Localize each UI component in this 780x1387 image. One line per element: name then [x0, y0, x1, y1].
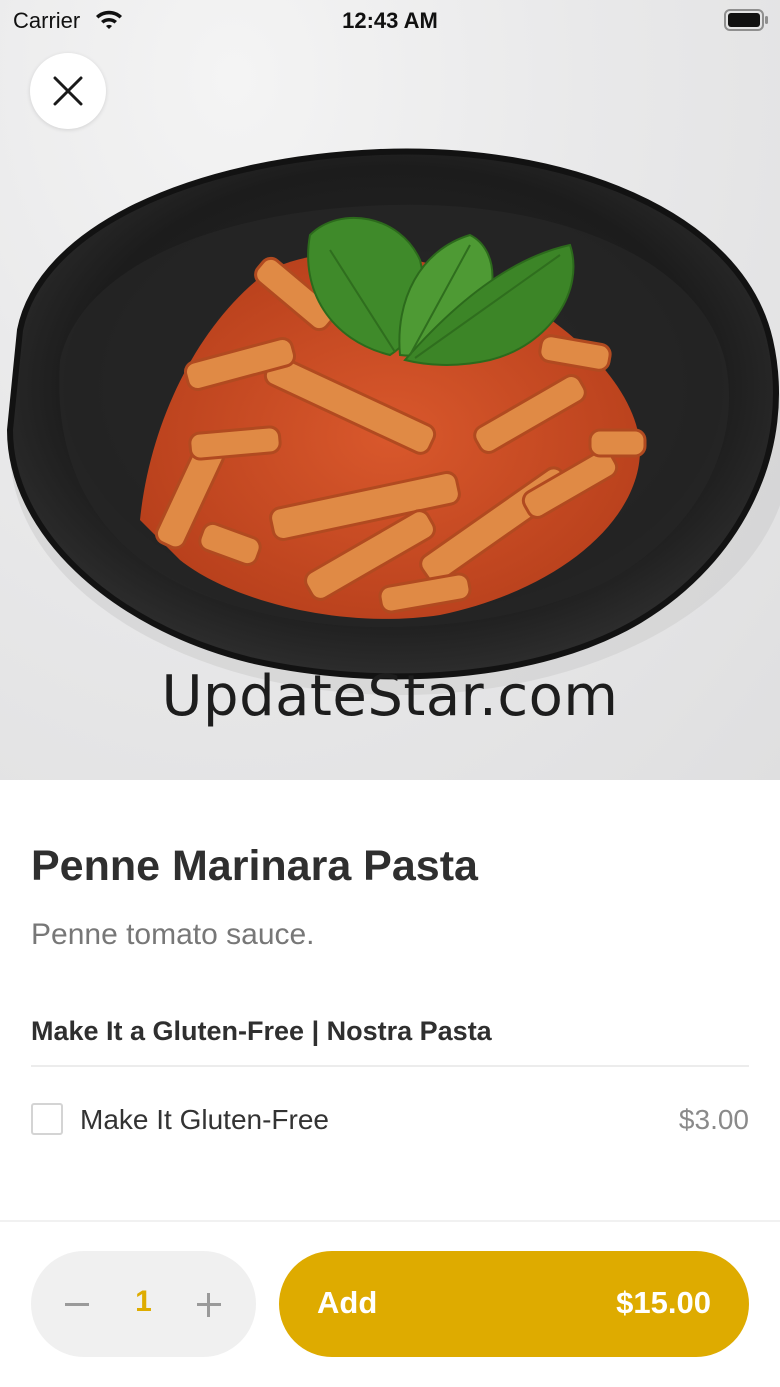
plus-icon[interactable]: [195, 1291, 223, 1319]
close-icon: [53, 76, 83, 106]
close-button[interactable]: [30, 53, 106, 129]
option-label: Make It Gluten-Free: [80, 1104, 329, 1135]
add-to-cart-button[interactable]: Add $15.00: [279, 1251, 749, 1357]
bottom-bar-divider: [0, 1220, 780, 1222]
status-time: 12:43 AM: [342, 8, 438, 33]
add-button-label: Add: [317, 1285, 378, 1320]
battery-icon: [724, 9, 770, 37]
option-group-title: Make It a Gluten-Free | Nostra Pasta: [31, 1016, 492, 1046]
item-title: Penne Marinara Pasta: [31, 842, 478, 890]
status-bar: Carrier 12:43 AM: [0, 0, 780, 40]
pasta-dish-illustration: [6, 148, 780, 695]
option-price: $3.00: [678, 1104, 749, 1135]
add-button-price: $15.00: [616, 1285, 711, 1320]
gluten-free-checkbox[interactable]: [31, 1103, 63, 1135]
hero-image: UpdateStar.com: [0, 0, 780, 780]
quantity-stepper: 1: [31, 1251, 256, 1357]
watermark-text: UpdateStar.com: [161, 664, 619, 729]
option-row-gluten-free[interactable]: Make It Gluten-Free $3.00: [31, 1098, 749, 1144]
item-description: Penne tomato sauce.: [31, 918, 315, 951]
divider: [31, 1065, 749, 1067]
